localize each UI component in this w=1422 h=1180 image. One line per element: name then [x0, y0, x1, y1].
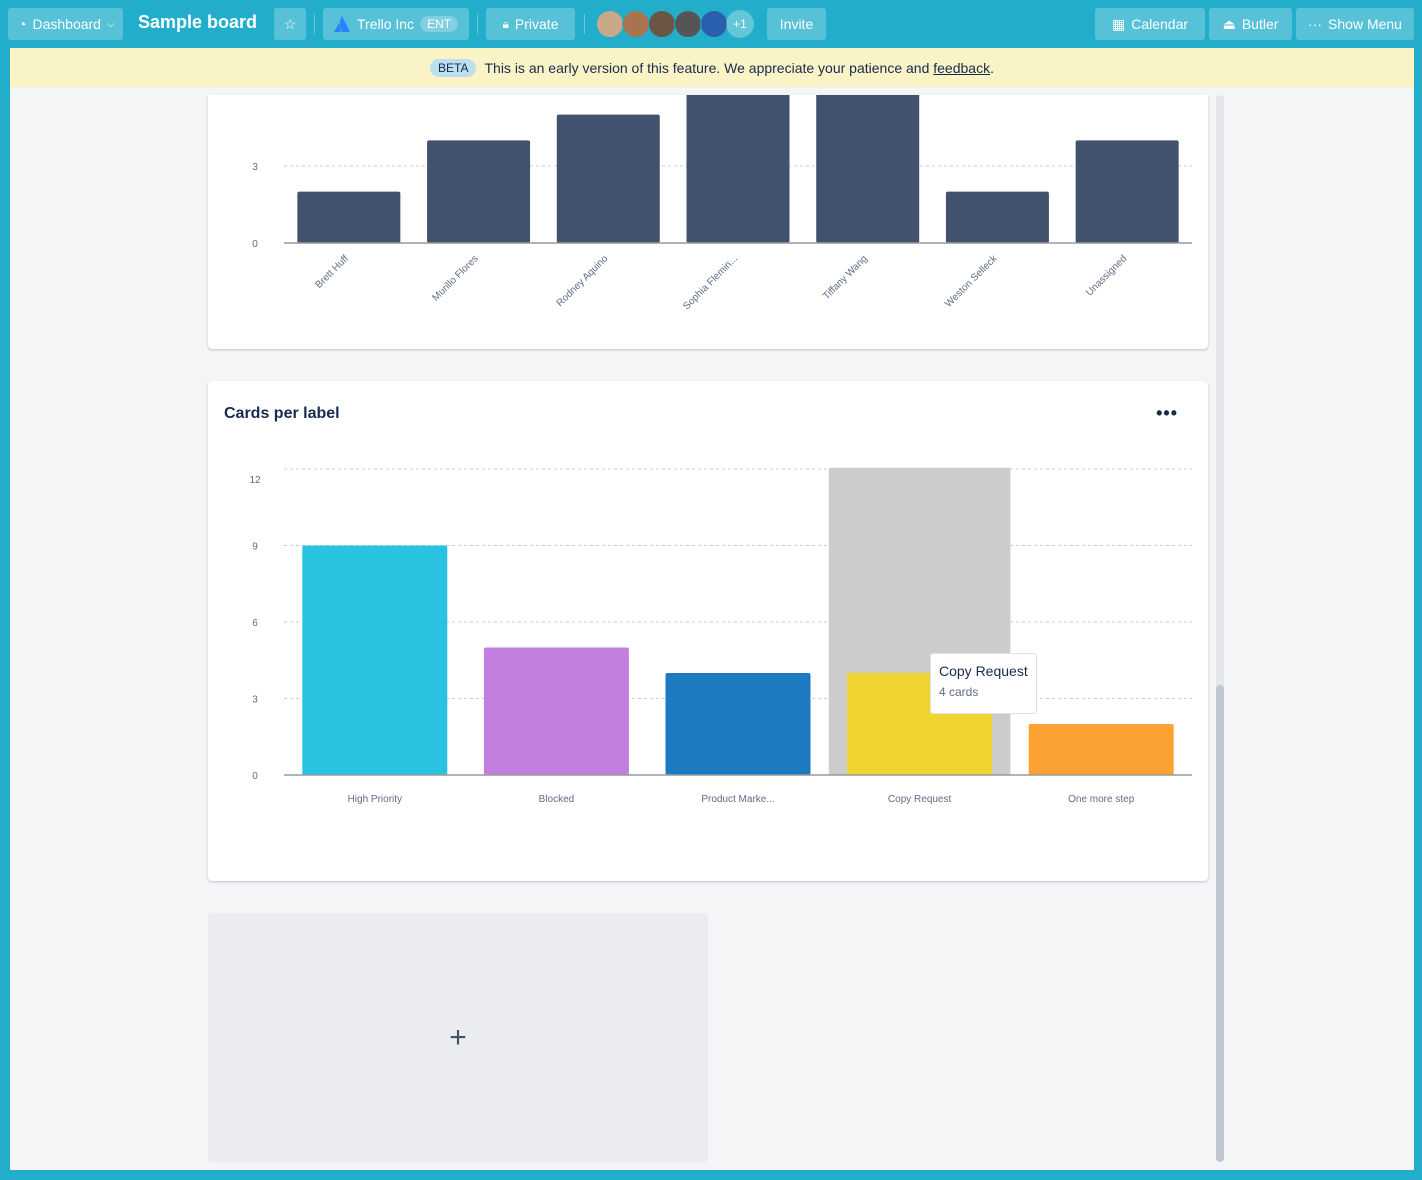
more-icon: ··· — [1308, 16, 1323, 32]
y-tick-label: 3 — [252, 162, 258, 173]
dashboard-dropdown[interactable]: ◔ Dashboard ⌵ — [8, 8, 123, 40]
lock-icon: 🔒︎ — [502, 16, 509, 31]
bar — [945, 191, 1049, 243]
x-tick-label: Brett Huff — [313, 253, 351, 291]
feedback-link[interactable]: feedback — [933, 60, 990, 76]
x-tick-label: Sophia Flemin... — [681, 253, 740, 312]
bar — [427, 140, 531, 243]
avatar[interactable] — [622, 10, 650, 38]
calendar-button[interactable]: ▦ Calendar — [1095, 8, 1205, 40]
y-tick-label: 3 — [252, 695, 258, 706]
y-tick-label: 12 — [249, 475, 261, 486]
board-title[interactable]: Sample board — [138, 12, 257, 33]
x-tick-label: Weston Selleck — [943, 253, 1000, 310]
bar — [1028, 724, 1174, 775]
banner-text: This is an early version of this feature… — [484, 59, 930, 76]
chevron-down-icon: ⌵ — [106, 18, 115, 30]
x-tick-label: High Priority — [348, 794, 402, 805]
x-tick-label: Copy Request — [888, 794, 952, 805]
invite-button[interactable]: Invite — [767, 8, 826, 40]
avatar[interactable] — [596, 10, 624, 38]
bar — [302, 545, 448, 775]
enterprise-badge: ENT — [420, 16, 459, 32]
beta-banner: BETA This is an early version of this fe… — [10, 48, 1414, 87]
x-tick-label: Murillo Flores — [430, 253, 480, 303]
workspace-button[interactable]: Trello Inc ENT — [323, 8, 469, 40]
atlassian-logo-icon — [334, 16, 350, 32]
add-chart-button[interactable]: + — [208, 913, 708, 1162]
cards-per-label-chart: 0 3 6 9 12 High Priority Blocked Product Marke.… — [249, 467, 1192, 805]
cards-per-member-chart: 0 3 Brett Huff Murillo Flores Rodney Aquino S… — [252, 95, 1192, 312]
board-header: ◔ Dashboard ⌵ Sample board ☆ Trello Inc ENT… — [0, 0, 1422, 48]
bar — [297, 191, 401, 243]
x-tick-label: Rodney Aquino — [555, 253, 611, 309]
x-tick-label: Tiffany Wang — [821, 253, 870, 302]
gauge-icon: ◔ — [18, 16, 27, 32]
chart-tooltip: Copy Request 4 cards — [930, 653, 1037, 714]
bar — [556, 114, 660, 244]
avatar[interactable] — [648, 10, 676, 38]
bar — [483, 647, 629, 775]
avatar[interactable] — [700, 10, 728, 38]
butler-button[interactable]: ⏏ Butler — [1209, 8, 1292, 40]
x-tick-label: Blocked — [539, 794, 575, 805]
x-tick-label: One more step — [1068, 794, 1135, 805]
bar — [1075, 140, 1179, 243]
bar — [816, 95, 920, 243]
avatar[interactable] — [674, 10, 702, 38]
y-tick-label: 0 — [252, 771, 258, 782]
visibility-button[interactable]: 🔒︎ Private — [486, 8, 575, 40]
cards-per-label-card: Cards per label ••• 0 3 6 9 12 High Priority B… — [208, 381, 1208, 881]
show-menu-button[interactable]: ··· Show Menu — [1296, 8, 1414, 40]
calendar-icon: ▦ — [1111, 15, 1126, 32]
star-button[interactable]: ☆ — [274, 8, 306, 40]
x-tick-label: Unassigned — [1084, 253, 1129, 298]
cards-per-member-card: 0 3 Brett Huff Murillo Flores Rodney Aquino S… — [208, 95, 1208, 349]
beta-badge: BETA — [430, 58, 477, 77]
more-members-button[interactable]: +1 — [726, 10, 754, 38]
y-tick-label: 6 — [252, 618, 258, 629]
scrollbar-thumb[interactable] — [1216, 685, 1224, 1162]
bar — [665, 673, 811, 775]
bar — [686, 95, 790, 243]
divider — [584, 14, 585, 34]
star-icon: ☆ — [283, 15, 297, 32]
y-tick-label: 9 — [252, 542, 258, 553]
divider — [477, 14, 478, 34]
plus-icon: + — [449, 1020, 467, 1054]
member-avatars: +1 — [596, 10, 754, 38]
y-tick-label: 0 — [252, 239, 258, 250]
butler-bell-icon: ⏏ — [1222, 15, 1236, 32]
divider — [314, 14, 315, 34]
x-tick-label: Product Marke... — [701, 794, 774, 805]
